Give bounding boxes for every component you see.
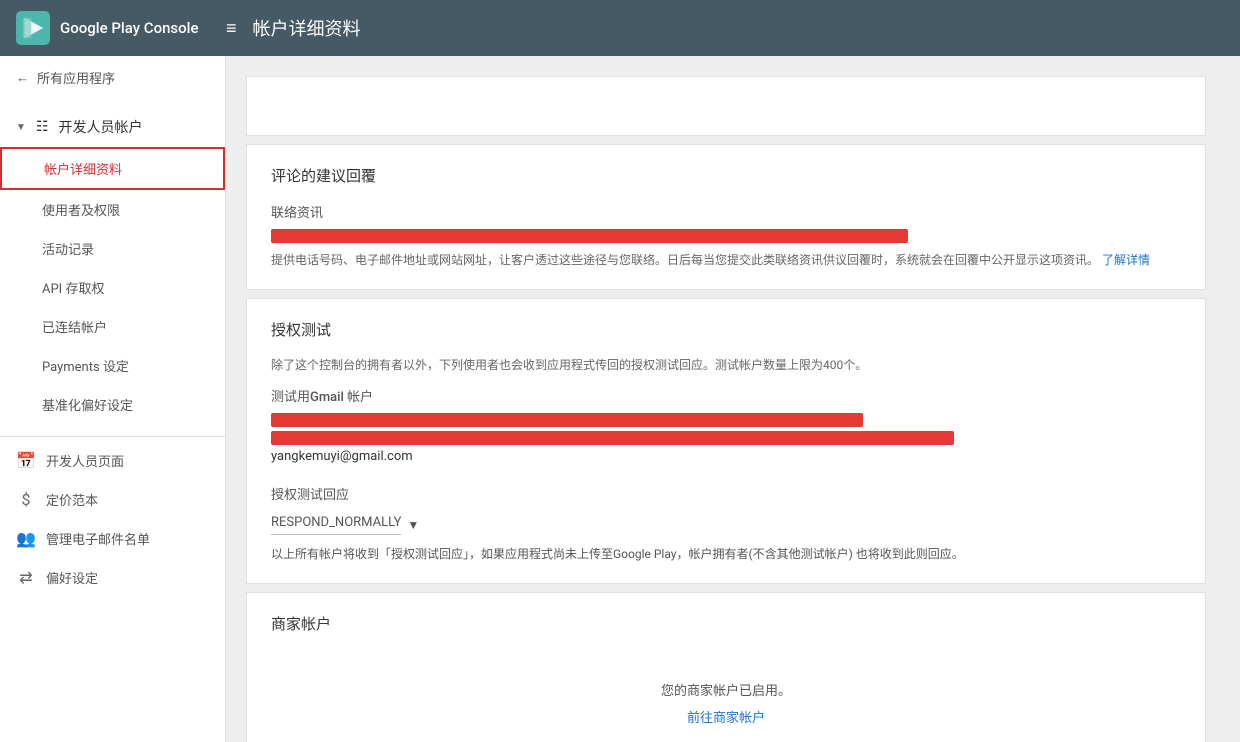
sidebar-divider: [0, 436, 225, 437]
app-header: Google Play Console ≡ 帐户详细资料: [0, 0, 1240, 56]
sidebar-item-linked-accounts[interactable]: 已连结帐户: [0, 307, 225, 346]
gmail-accounts-list: yangkemuyi@gmail.com: [271, 413, 1181, 464]
sidebar-item-manage-email[interactable]: 👥 管理电子邮件名单: [0, 519, 225, 558]
sidebar-item-basic-settings[interactable]: 基准化偏好设定: [0, 385, 225, 424]
sidebar-item-api-access[interactable]: API 存取权: [0, 268, 225, 307]
logo-text: Google Play Console: [60, 19, 199, 37]
gmail-account-visible: yangkemuyi@gmail.com: [271, 449, 1181, 464]
contact-redacted-bar: [271, 229, 908, 243]
developer-account-section-icon: ☷: [36, 119, 49, 135]
sidebar-item-payments-settings[interactable]: Payments 设定: [0, 346, 225, 385]
sidebar-back-button[interactable]: ← 所有应用程序: [0, 56, 225, 99]
sidebar-item-api-access-label: API 存取权: [42, 278, 104, 297]
merchant-account-link[interactable]: 前往商家帐户: [687, 711, 765, 726]
auth-response-desc: 以上所有帐户将收到「授权测试回应」，如果应用程式尚未上传至Google Play…: [271, 545, 1181, 563]
sidebar-item-users-permissions-label: 使用者及权限: [42, 200, 120, 219]
sidebar-item-activity-log-label: 活动记录: [42, 239, 94, 258]
merchant-center-area: 您的商家帐户已启用。 前往商家帐户: [271, 650, 1181, 736]
merchant-section: 商家帐户 您的商家帐户已启用。 前往商家帐户: [246, 592, 1206, 742]
contact-desc-text: 提供电话号码、电子邮件地址或网站网址，让客户透过这些途径与您联络。日后每当您提交…: [271, 253, 1099, 267]
sidebar: ← 所有应用程序 ▼ ☷ 开发人员帐户 帐户详细资料 使用者及权限 活动记录 A…: [0, 56, 226, 742]
play-console-logo-icon: [16, 11, 50, 45]
sidebar-item-payments-settings-label: Payments 设定: [42, 356, 129, 375]
developer-account-label: 开发人员帐户: [58, 117, 142, 137]
developer-page-icon: 📅: [16, 451, 36, 470]
dropdown-arrow-icon[interactable]: ▼: [407, 518, 419, 532]
sidebar-item-account-details[interactable]: 帐户详细资料: [0, 147, 225, 190]
auth-testing-desc: 除了这个控制台的拥有者以外，下列使用者也会收到应用程式传回的授权测试回应。测试帐…: [271, 356, 1181, 374]
sidebar-item-basic-settings-label: 基准化偏好设定: [42, 395, 133, 414]
sidebar-item-pricing-label: 定价范本: [46, 490, 98, 509]
gmail-row-redacted-1: [271, 413, 863, 427]
gmail-subtitle: 测试用Gmail 帐户: [271, 386, 1181, 405]
sidebar-item-activity-log[interactable]: 活动记录: [0, 229, 225, 268]
auth-testing-title: 授权测试: [271, 319, 1181, 340]
auth-response-value[interactable]: RESPOND_NORMALLY: [271, 515, 401, 535]
contact-subtitle: 联络资讯: [271, 202, 1181, 221]
menu-icon[interactable]: ≡: [226, 18, 237, 39]
pricing-icon: $: [16, 490, 36, 509]
sidebar-item-pricing[interactable]: $ 定价范本: [0, 480, 225, 519]
merchant-title: 商家帐户: [271, 613, 1181, 634]
manage-email-icon: 👥: [16, 529, 36, 548]
sidebar-item-users-permissions[interactable]: 使用者及权限: [0, 190, 225, 229]
contact-section-title: 评论的建议回覆: [271, 165, 1181, 186]
content-area: 评论的建议回覆 联络资讯 提供电话号码、电子邮件地址或网站网址，让客户透过这些途…: [226, 56, 1226, 742]
developer-account-section: ▼ ☷ 开发人员帐户 帐户详细资料 使用者及权限 活动记录 API 存取权 已连…: [0, 99, 225, 432]
page-header-title: 帐户详细资料: [253, 15, 361, 41]
contact-desc: 提供电话号码、电子邮件地址或网站网址，让客户透过这些途径与您联络。日后每当您提交…: [271, 251, 1181, 269]
developer-account-header[interactable]: ▼ ☷ 开发人员帐户: [0, 107, 225, 147]
contact-learn-more-link[interactable]: 了解详情: [1102, 253, 1150, 267]
main-layout: ← 所有应用程序 ▼ ☷ 开发人员帐户 帐户详细资料 使用者及权限 活动记录 A…: [0, 56, 1240, 742]
auth-response-area: 授权测试回应 RESPOND_NORMALLY ▼ 以上所有帐户将收到「授权测试…: [271, 484, 1181, 563]
auth-testing-section: 授权测试 除了这个控制台的拥有者以外，下列使用者也会收到应用程式传回的授权测试回…: [246, 298, 1206, 584]
back-arrow-icon: ←: [16, 70, 29, 86]
preferences-icon: ⇄: [16, 568, 36, 587]
sidebar-item-preferences-label: 偏好设定: [46, 568, 98, 587]
auth-response-label: 授权测试回应: [271, 484, 1181, 503]
logo-area: Google Play Console: [16, 11, 226, 45]
expand-arrow-icon: ▼: [16, 122, 26, 133]
top-content-spacer: [246, 76, 1206, 136]
contact-section: 评论的建议回覆 联络资讯 提供电话号码、电子邮件地址或网站网址，让客户透过这些途…: [246, 144, 1206, 290]
sidebar-item-account-details-label: 帐户详细资料: [44, 159, 122, 178]
sidebar-item-manage-email-label: 管理电子邮件名单: [46, 529, 150, 548]
sidebar-item-developer-page[interactable]: 📅 开发人员页面: [0, 441, 225, 480]
sidebar-item-linked-accounts-label: 已连结帐户: [42, 317, 107, 336]
sidebar-back-label: 所有应用程序: [37, 68, 115, 87]
auth-response-dropdown-row: RESPOND_NORMALLY ▼: [271, 515, 1181, 535]
sidebar-item-preferences[interactable]: ⇄ 偏好设定: [0, 558, 225, 597]
merchant-enabled-text: 您的商家帐户已启用。: [271, 680, 1181, 699]
gmail-row-redacted-2: [271, 431, 954, 445]
main-content: 评论的建议回覆 联络资讯 提供电话号码、电子邮件地址或网站网址，让客户透过这些途…: [226, 56, 1240, 742]
sidebar-item-developer-page-label: 开发人员页面: [46, 451, 124, 470]
